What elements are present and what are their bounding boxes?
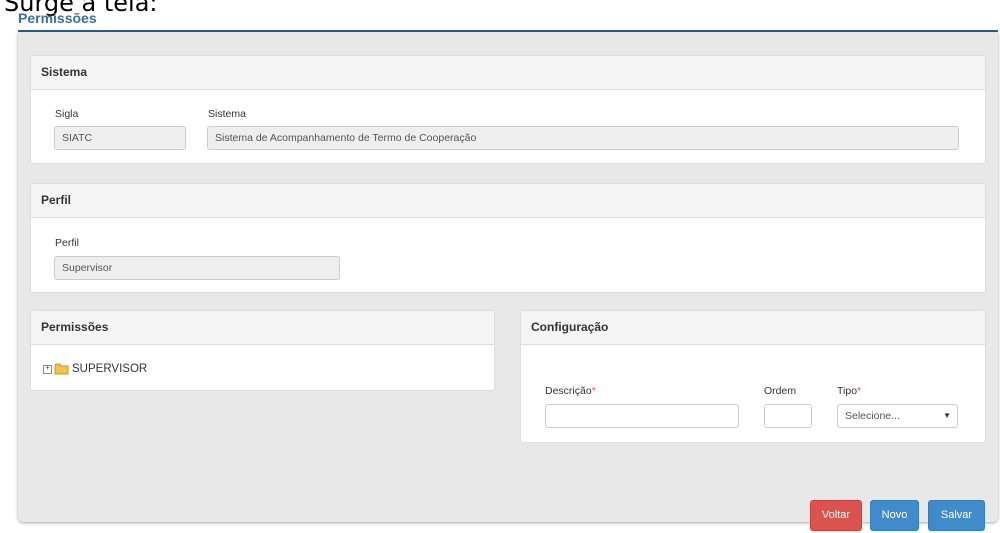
salvar-button[interactable]: Salvar [928, 500, 985, 531]
tree-node-label: SUPERVISOR [72, 363, 148, 375]
sigla-label: Sigla [55, 108, 79, 120]
main-container: Sistema Sigla SIATC Sistema Sistema de A… [18, 32, 998, 531]
sigla-field[interactable]: SIATC [54, 126, 186, 150]
descricao-input[interactable] [545, 404, 739, 428]
tipo-select-value: Selecione... [845, 410, 900, 422]
folder-icon [54, 363, 69, 375]
tipo-select[interactable]: Selecione... ▼ [837, 404, 958, 428]
tree-node-supervisor[interactable]: + SUPERVISOR [43, 363, 147, 375]
required-asterisk: * [857, 385, 862, 397]
page-title: Permissões [18, 10, 97, 26]
required-asterisk: * [591, 385, 596, 397]
ordem-label: Ordem [764, 385, 797, 397]
sistema-label: Sistema [208, 108, 246, 120]
permissoes-panel: Permissões + SUPERVISOR [30, 310, 495, 391]
caret-down-icon: ▼ [943, 411, 951, 420]
sistema-panel-heading: Sistema [31, 56, 985, 90]
perfil-panel: Perfil Perfil Supervisor [30, 183, 986, 293]
perfil-label: Perfil [55, 237, 79, 249]
tipo-label: Tipo* [837, 385, 862, 397]
sistema-field[interactable]: Sistema de Acompanhamento de Termo de Co… [207, 126, 959, 150]
ordem-input[interactable] [764, 404, 812, 428]
descricao-label: Descrição* [545, 385, 596, 397]
perfil-field[interactable]: Supervisor [54, 256, 340, 280]
permissoes-panel-heading: Permissões [31, 311, 494, 345]
configuracao-panel: Configuração Descrição* Ordem Tipo* Sele… [520, 310, 986, 443]
sistema-panel: Sistema Sigla SIATC Sistema Sistema de A… [30, 55, 986, 164]
expand-plus-icon[interactable]: + [43, 364, 52, 374]
voltar-button[interactable]: Voltar [810, 500, 862, 531]
configuracao-panel-heading: Configuração [521, 311, 985, 345]
perfil-panel-heading: Perfil [31, 184, 985, 218]
novo-button[interactable]: Novo [870, 500, 919, 531]
